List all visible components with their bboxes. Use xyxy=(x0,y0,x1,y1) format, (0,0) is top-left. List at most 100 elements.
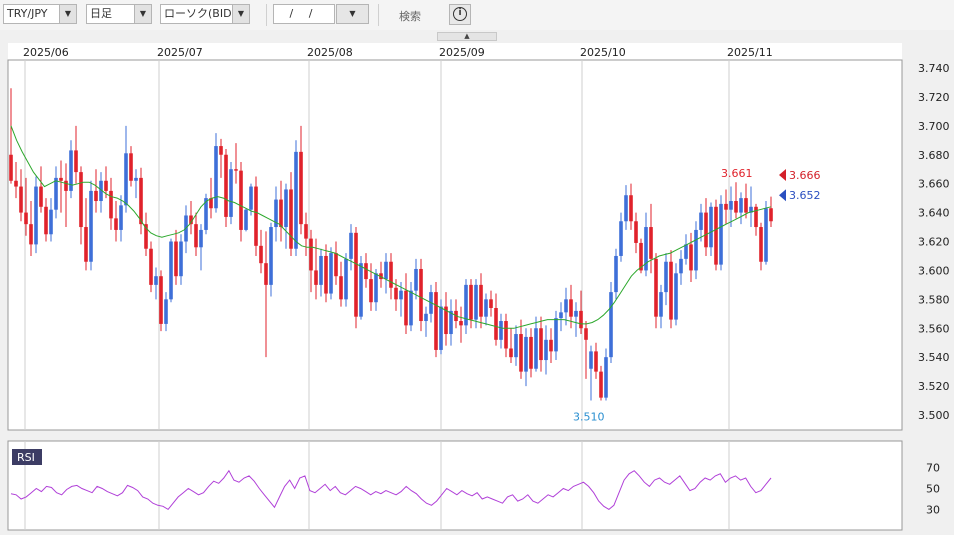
candle-body xyxy=(609,292,613,358)
candle-body xyxy=(239,170,243,230)
y-tick-label: 3.560 xyxy=(918,322,950,335)
candle-body xyxy=(584,328,588,340)
candle-body xyxy=(134,177,138,181)
y-tick-label: 3.700 xyxy=(918,120,950,133)
candle-body xyxy=(244,209,248,230)
candle-body xyxy=(694,229,698,271)
candle-body xyxy=(764,208,768,262)
candle-body xyxy=(689,244,693,271)
candle-body xyxy=(599,371,603,398)
candle-body xyxy=(699,212,703,230)
candle-body xyxy=(419,268,423,322)
candle-body xyxy=(319,255,323,285)
candle-body xyxy=(659,292,663,317)
candle-body xyxy=(499,321,503,340)
candle-body xyxy=(34,186,38,245)
candle-body xyxy=(329,253,333,294)
y-tick-label: 3.680 xyxy=(918,149,950,162)
candle-body xyxy=(149,248,153,285)
candle-body xyxy=(714,206,718,265)
x-tick-label: 2025/07 xyxy=(157,46,203,59)
candle-body xyxy=(344,258,348,300)
candle-body xyxy=(759,227,763,262)
candle-body xyxy=(304,224,308,239)
price-marker-label: 3.652 xyxy=(789,189,821,202)
candle-body xyxy=(289,189,293,249)
candle-body xyxy=(339,276,343,300)
candle-body xyxy=(54,177,58,210)
candle-body xyxy=(389,261,393,288)
candle-body xyxy=(434,292,438,350)
candle-body xyxy=(374,273,378,303)
candle-body xyxy=(559,312,563,319)
candle-body xyxy=(469,284,473,320)
y-tick-label: 3.540 xyxy=(918,351,950,364)
candle-body xyxy=(514,334,518,358)
candle-body xyxy=(664,261,668,293)
candle-body xyxy=(394,287,398,300)
candle-body xyxy=(364,263,368,280)
candle-body xyxy=(504,321,508,349)
y-tick-label: 3.640 xyxy=(918,207,950,220)
candle-body xyxy=(529,336,533,369)
candle-body xyxy=(104,180,108,191)
candle-body xyxy=(39,186,43,207)
candle-body xyxy=(744,198,748,213)
y-tick-label: 3.600 xyxy=(918,264,950,277)
candle-body xyxy=(74,150,78,173)
price-plot-area xyxy=(7,59,903,431)
candle-body xyxy=(674,273,678,320)
y-tick-label: 3.520 xyxy=(918,380,950,393)
candle-body xyxy=(129,153,133,181)
candle-body xyxy=(159,276,163,324)
candle-body xyxy=(414,268,418,291)
candle-body xyxy=(89,190,93,262)
candle-body xyxy=(509,348,513,358)
candle-body xyxy=(619,221,623,256)
candle-body xyxy=(669,261,673,320)
candle-body xyxy=(59,177,63,181)
candle-body xyxy=(124,153,128,206)
candle-body xyxy=(629,195,633,222)
candle-body xyxy=(624,195,628,222)
candle-body xyxy=(64,180,68,191)
candle-body xyxy=(384,261,388,280)
candle-body xyxy=(489,299,493,309)
candle-body xyxy=(484,299,488,317)
candle-body xyxy=(254,186,258,246)
candle-body xyxy=(684,244,688,259)
candle-body xyxy=(224,154,228,217)
candle-body xyxy=(29,224,33,245)
candle-body xyxy=(709,206,713,248)
candle-body xyxy=(524,336,528,372)
y-tick-label: 3.740 xyxy=(918,62,950,75)
candle-body xyxy=(119,205,123,230)
candle-body xyxy=(589,351,593,369)
candle-body xyxy=(324,255,328,294)
candle-body xyxy=(164,299,168,324)
candle-body xyxy=(479,284,483,317)
candle-body xyxy=(549,339,553,352)
candle-body xyxy=(44,206,48,235)
candle-body xyxy=(299,151,303,225)
low-price-annotation: 3.510 xyxy=(573,411,605,424)
x-tick-label: 2025/11 xyxy=(727,46,773,59)
candle-body xyxy=(354,232,358,317)
price-marker-label: 3.666 xyxy=(789,169,821,182)
candle-body xyxy=(229,169,233,217)
candle-body xyxy=(734,201,738,213)
rsi-y-tick-label: 50 xyxy=(926,483,940,496)
candle-body xyxy=(539,328,543,361)
y-tick-label: 3.720 xyxy=(918,91,950,104)
candle-body xyxy=(494,308,498,340)
x-tick-label: 2025/06 xyxy=(23,46,69,59)
rsi-plot-area xyxy=(7,440,903,531)
candle-body xyxy=(219,146,223,155)
candle-body xyxy=(424,313,428,322)
candle-body xyxy=(154,276,158,285)
candle-body xyxy=(359,263,363,317)
candle-body xyxy=(349,232,353,259)
candle-body xyxy=(49,209,53,235)
candle-body xyxy=(234,169,238,171)
candle-body xyxy=(269,227,273,285)
